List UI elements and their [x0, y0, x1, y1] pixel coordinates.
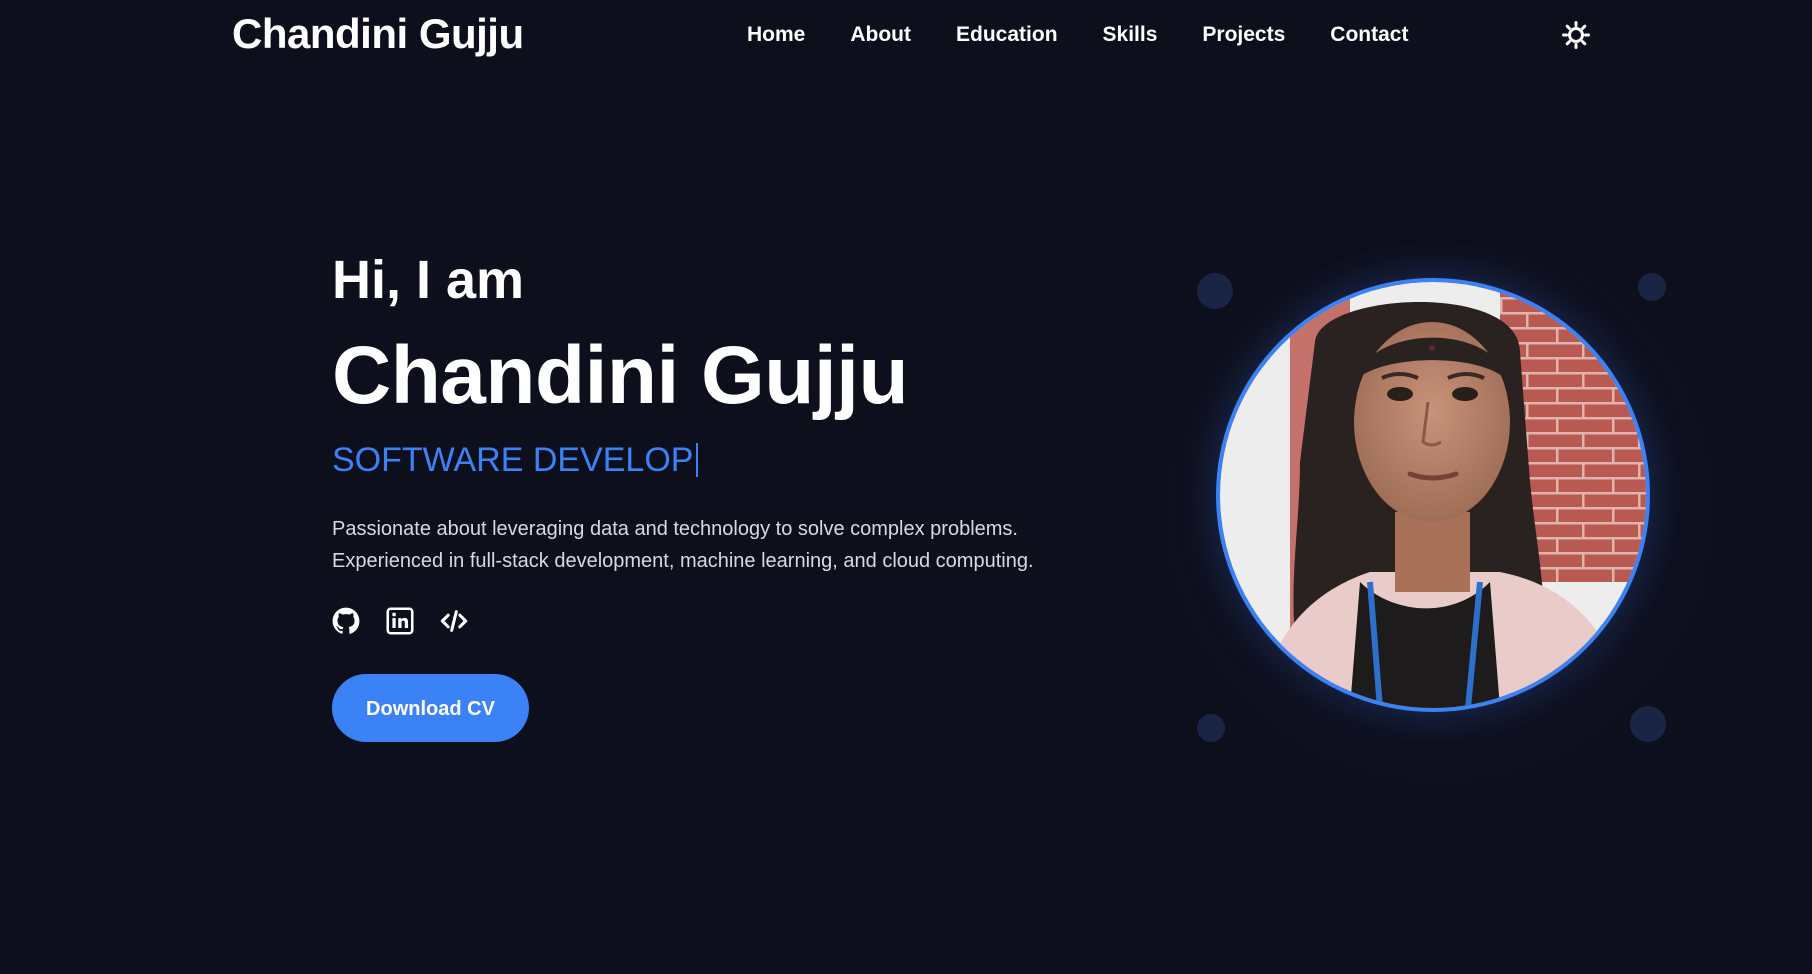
brand-logo[interactable]: Chandini Gujju — [232, 10, 524, 58]
sun-icon — [1562, 21, 1590, 49]
hero-greeting: Hi, I am — [332, 250, 525, 310]
decor-dot-bottom-right — [1630, 706, 1666, 742]
github-icon[interactable] — [332, 607, 360, 635]
nav-link-home[interactable]: Home — [747, 23, 805, 47]
nav-link-projects[interactable]: Projects — [1202, 23, 1285, 47]
nav-link-about[interactable]: About — [850, 23, 911, 47]
nav-link-skills[interactable]: Skills — [1103, 23, 1158, 47]
decor-dot-bottom-left — [1197, 714, 1225, 742]
nav-link-contact[interactable]: Contact — [1330, 23, 1408, 47]
profile-photo-area — [1140, 230, 1740, 790]
linkedin-icon[interactable] — [386, 607, 414, 635]
code-icon[interactable] — [440, 607, 468, 635]
profile-photo — [1216, 278, 1650, 712]
decor-dot-top-right — [1638, 273, 1666, 301]
hero-name: Chandini Gujju — [332, 330, 909, 421]
theme-toggle-button[interactable] — [1561, 20, 1591, 50]
hero-description: Passionate about leveraging data and tec… — [332, 518, 1034, 572]
navbar: Chandini Gujju Home About Education Skil… — [0, 0, 1812, 70]
typing-cursor — [696, 443, 699, 477]
social-links — [332, 607, 1052, 635]
nav-links: Home About Education Skills Projects Con… — [747, 23, 1453, 47]
decor-dot-top-left — [1197, 273, 1233, 309]
hero-section: Hi, I am Chandini Gujju SOFTWARE DEVELOP… — [332, 240, 1052, 742]
nav-link-education[interactable]: Education — [956, 23, 1058, 47]
profile-photo-image — [1220, 282, 1646, 708]
hero-role: SOFTWARE DEVELOP — [332, 443, 1052, 477]
download-cv-button[interactable]: Download CV — [332, 674, 529, 742]
hero-role-text: SOFTWARE DEVELOP — [332, 441, 694, 479]
